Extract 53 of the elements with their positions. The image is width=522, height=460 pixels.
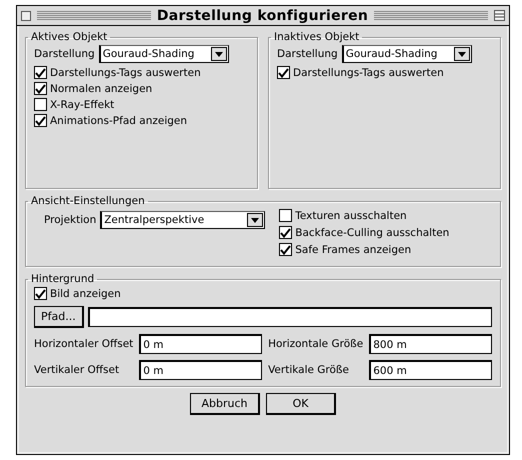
checkbox[interactable] bbox=[277, 66, 290, 79]
checkbox-option[interactable]: X-Ray-Effekt bbox=[34, 98, 249, 111]
close-box-icon[interactable] bbox=[21, 10, 31, 20]
checkbox[interactable] bbox=[34, 98, 47, 111]
checkmark-icon bbox=[280, 228, 292, 238]
checkbox-option[interactable]: Safe Frames anzeigen bbox=[279, 243, 450, 256]
group-title: Inaktives Objekt bbox=[273, 31, 360, 43]
input-field[interactable]: 0 m bbox=[139, 360, 262, 380]
checkbox-option[interactable]: Animations-Pfad anzeigen bbox=[34, 114, 249, 127]
checkbox[interactable] bbox=[34, 114, 47, 127]
checkmark-icon bbox=[35, 68, 46, 78]
field-label: Horizontale Größe bbox=[268, 338, 364, 350]
field-label: Vertikale Größe bbox=[268, 364, 350, 376]
input-field[interactable]: 600 m bbox=[369, 360, 492, 380]
checkmark-icon bbox=[35, 288, 46, 298]
group-title: Ansicht-Einstellungen bbox=[30, 195, 146, 207]
dropdown[interactable]: Gouraud-Shading bbox=[98, 45, 229, 63]
collapse-box-icon[interactable] bbox=[494, 10, 506, 21]
checkbox[interactable] bbox=[279, 226, 292, 239]
checkmark-icon bbox=[278, 68, 289, 78]
input-field[interactable]: 0 m bbox=[139, 334, 262, 354]
checkbox[interactable] bbox=[279, 243, 292, 256]
group-title: Aktives Objekt bbox=[30, 31, 108, 43]
field-label: Vertikaler Offset bbox=[34, 364, 120, 376]
checkbox-option[interactable]: Normalen anzeigen bbox=[34, 82, 249, 95]
window-title: Darstellung konfigurieren bbox=[156, 8, 368, 24]
checkbox-option[interactable]: Darstellungs-Tags auswerten bbox=[34, 66, 249, 79]
path-field[interactable] bbox=[88, 307, 492, 327]
checkbox[interactable] bbox=[34, 82, 47, 95]
dialog-button[interactable]: Abbruch bbox=[190, 393, 260, 415]
field-label: Darstellung bbox=[277, 48, 338, 60]
checkmark-icon bbox=[280, 244, 292, 254]
path-button[interactable]: Pfad... bbox=[34, 306, 84, 328]
dropdown[interactable]: Gouraud-Shading bbox=[342, 45, 472, 63]
checkbox-option[interactable]: Bild anzeigen bbox=[34, 287, 492, 300]
checkmark-icon bbox=[35, 84, 46, 94]
field-label: Horizontaler Offset bbox=[34, 338, 134, 350]
field-label: Darstellung bbox=[34, 48, 95, 60]
checkbox[interactable] bbox=[34, 287, 47, 300]
checkbox[interactable] bbox=[279, 209, 292, 222]
dialog-button[interactable]: OK bbox=[266, 393, 336, 415]
dropdown-arrow-icon bbox=[458, 52, 466, 56]
dropdown[interactable]: Zentralperspektive bbox=[100, 211, 266, 229]
checkmark-icon bbox=[35, 116, 46, 126]
dropdown-arrow-icon bbox=[251, 218, 260, 222]
input-field[interactable]: 800 m bbox=[369, 334, 492, 354]
group-title: Hintergrund bbox=[30, 273, 96, 285]
dropdown-arrow-icon bbox=[214, 52, 223, 56]
field-label: Projektion bbox=[44, 214, 96, 226]
checkbox[interactable] bbox=[34, 66, 47, 79]
checkbox-option[interactable]: Backface-Culling ausschalten bbox=[279, 226, 450, 239]
checkbox-option[interactable]: Darstellungs-Tags auswerten bbox=[277, 66, 492, 79]
checkbox-option[interactable]: Texturen ausschalten bbox=[279, 209, 450, 222]
